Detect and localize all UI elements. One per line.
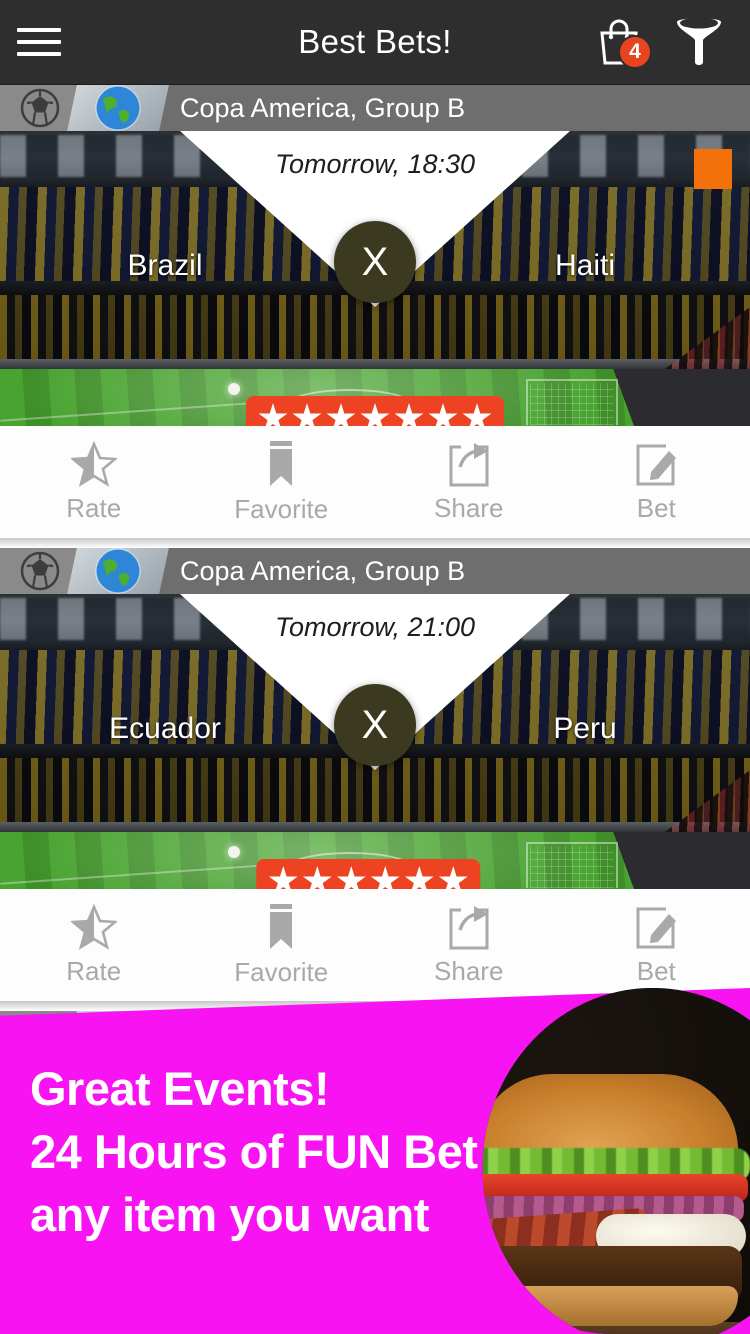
card-category-bar: Copa America, Group B xyxy=(0,85,750,131)
card-action-bar: Rate Favorite Share Bet xyxy=(0,426,750,538)
star-icon xyxy=(360,403,390,426)
share-action[interactable]: Share xyxy=(375,441,563,524)
bet-label: Bet xyxy=(636,492,676,523)
star-icon xyxy=(258,403,288,426)
ad-headline-3: any item you want xyxy=(30,1187,429,1241)
half-star-icon xyxy=(70,440,117,487)
card-action-bar: Rate Favorite Share Bet xyxy=(0,889,750,1001)
card-category-bar: Copa America, Group B xyxy=(0,548,750,594)
star-icon xyxy=(292,403,322,426)
share-action[interactable]: Share xyxy=(375,904,563,987)
ad-headline-2: 24 Hours of FUN Bet xyxy=(30,1124,478,1178)
header-actions: 4 xyxy=(582,0,750,85)
hamburger-menu-icon[interactable] xyxy=(0,0,78,85)
filter-button[interactable] xyxy=(662,0,736,85)
rating-stars-badge[interactable] xyxy=(246,396,504,426)
bookmark-icon xyxy=(270,903,293,949)
favorite-action[interactable]: Favorite xyxy=(188,903,376,988)
star-icon xyxy=(438,866,468,889)
ad-banner[interactable]: Great Events! 24 Hours of FUN Bet any it… xyxy=(0,988,750,1334)
versus-badge: X xyxy=(334,684,416,766)
away-team-name: Peru xyxy=(553,712,617,745)
edit-bet-icon xyxy=(636,907,677,948)
event-card[interactable]: Copa America, Group B Tomorrow, 21:00 X … xyxy=(0,548,750,1011)
card-divider xyxy=(0,538,750,548)
share-label: Share xyxy=(434,955,504,986)
stadium-image: Tomorrow, 21:00 X Ecuador Peru xyxy=(0,594,750,889)
bet-action[interactable]: Bet xyxy=(563,441,750,524)
share-icon xyxy=(449,442,489,486)
favorite-label: Favorite xyxy=(234,956,329,987)
app-header: Best Bets! 4 xyxy=(0,0,750,85)
star-icon xyxy=(404,866,434,889)
bet-label: Bet xyxy=(636,955,676,986)
bet-action[interactable]: Bet xyxy=(563,904,750,987)
rate-label: Rate xyxy=(66,492,122,523)
bag-count-badge: 4 xyxy=(618,34,652,69)
event-card[interactable]: Copa America, Group B Tomorrow, 18:30 X … xyxy=(0,85,750,548)
favorite-action[interactable]: Favorite xyxy=(188,440,376,525)
versus-badge: X xyxy=(334,221,416,303)
card-category-label: Copa America, Group B xyxy=(180,555,466,586)
globe-icon xyxy=(67,85,169,131)
funnel-filter-icon xyxy=(677,17,721,65)
share-icon xyxy=(449,905,489,949)
shopping-bag-button[interactable]: 4 xyxy=(582,0,656,85)
ad-text-block: Great Events! 24 Hours of FUN Bet any it… xyxy=(30,1058,478,1247)
edit-bet-icon xyxy=(636,444,677,485)
away-team-name: Haiti xyxy=(554,249,615,282)
card-category-label: Copa America, Group B xyxy=(180,92,466,123)
corner-flag-marker xyxy=(694,149,732,189)
app-screen: Best Bets! 4 Copa America, Group B Tomor… xyxy=(0,0,750,1334)
rate-label: Rate xyxy=(66,955,122,986)
ad-headline-1: Great Events! xyxy=(30,1062,330,1115)
half-star-icon xyxy=(70,903,117,950)
star-icon xyxy=(394,403,424,426)
star-icon xyxy=(268,866,298,889)
globe-icon xyxy=(67,548,169,594)
stadium-image: Tomorrow, 18:30 X Brazil Haiti xyxy=(0,131,750,426)
star-icon xyxy=(462,403,492,426)
bookmark-icon xyxy=(270,440,293,486)
home-team-name: Brazil xyxy=(127,249,203,282)
home-team-name: Ecuador xyxy=(109,712,221,745)
rate-action[interactable]: Rate xyxy=(0,440,188,524)
star-icon xyxy=(336,866,366,889)
rate-action[interactable]: Rate xyxy=(0,903,188,987)
star-icon xyxy=(302,866,332,889)
favorite-label: Favorite xyxy=(234,493,329,524)
star-icon xyxy=(370,866,400,889)
star-icon xyxy=(326,403,356,426)
match-time: Tomorrow, 21:00 xyxy=(274,612,476,642)
share-label: Share xyxy=(434,492,504,523)
rating-stars-badge[interactable] xyxy=(256,859,481,889)
star-icon xyxy=(428,403,458,426)
match-time: Tomorrow, 18:30 xyxy=(274,149,476,179)
